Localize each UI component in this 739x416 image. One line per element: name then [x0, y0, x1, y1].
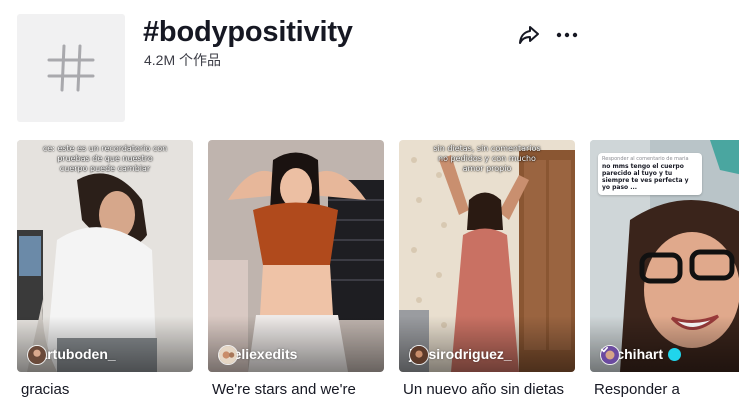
thumbnail-gradient	[208, 316, 384, 372]
video-thumbnail[interactable]: aveliexedits	[208, 140, 384, 372]
video-author[interactable]: michihart	[600, 345, 682, 365]
video-card[interactable]: sin dietas, sin comentarios no pedidos y…	[399, 140, 575, 416]
video-grid: ce: este es un recordatorio con pruebas …	[17, 140, 739, 416]
video-card[interactable]: Responder al comentario de maria no mms …	[590, 140, 739, 416]
video-overlay-text: sin dietas, sin comentarios no pedidos y…	[433, 144, 541, 173]
more-options-button[interactable]	[555, 23, 579, 47]
video-author[interactable]: martuboden_	[27, 345, 116, 365]
avatar[interactable]	[218, 345, 238, 365]
video-caption[interactable]: gracias	[21, 380, 193, 400]
video-caption[interactable]: Un nuevo año sin dietas	[403, 380, 575, 400]
thumbnail-gradient	[17, 316, 193, 372]
video-count: 4.2M 个作品	[144, 52, 222, 68]
avatar[interactable]	[27, 345, 47, 365]
video-caption[interactable]: Responder a	[594, 380, 739, 400]
video-card[interactable]: aveliexedits We're stars and we're	[208, 140, 384, 416]
hashtag-icon	[47, 44, 95, 92]
reply-comment-bubble: Responder al comentario de maria no mms …	[598, 153, 702, 195]
hashtag-title: #bodypositivity	[143, 16, 353, 48]
share-button[interactable]	[517, 23, 541, 47]
thumbnail-gradient	[399, 316, 575, 372]
video-card[interactable]: ce: este es un recordatorio con pruebas …	[17, 140, 193, 416]
video-author[interactable]: jessirodriguez_	[409, 345, 512, 365]
avatar[interactable]	[409, 345, 429, 365]
hashtag-thumbnail	[17, 14, 125, 122]
video-thumbnail[interactable]: Responder al comentario de maria no mms …	[590, 140, 739, 372]
video-author[interactable]: aveliexedits	[218, 345, 297, 365]
video-overlay-text: ce: este es un recordatorio con pruebas …	[42, 144, 168, 173]
hashtag-header: #bodypositivity 4.2M 个作品	[0, 0, 739, 130]
video-thumbnail[interactable]: ce: este es un recordatorio con pruebas …	[17, 140, 193, 372]
share-arrow-icon	[519, 26, 539, 44]
video-caption[interactable]: We're stars and we're	[212, 380, 384, 400]
more-dots-icon	[556, 32, 578, 38]
video-thumbnail[interactable]: sin dietas, sin comentarios no pedidos y…	[399, 140, 575, 372]
verified-badge-icon	[600, 346, 682, 361]
